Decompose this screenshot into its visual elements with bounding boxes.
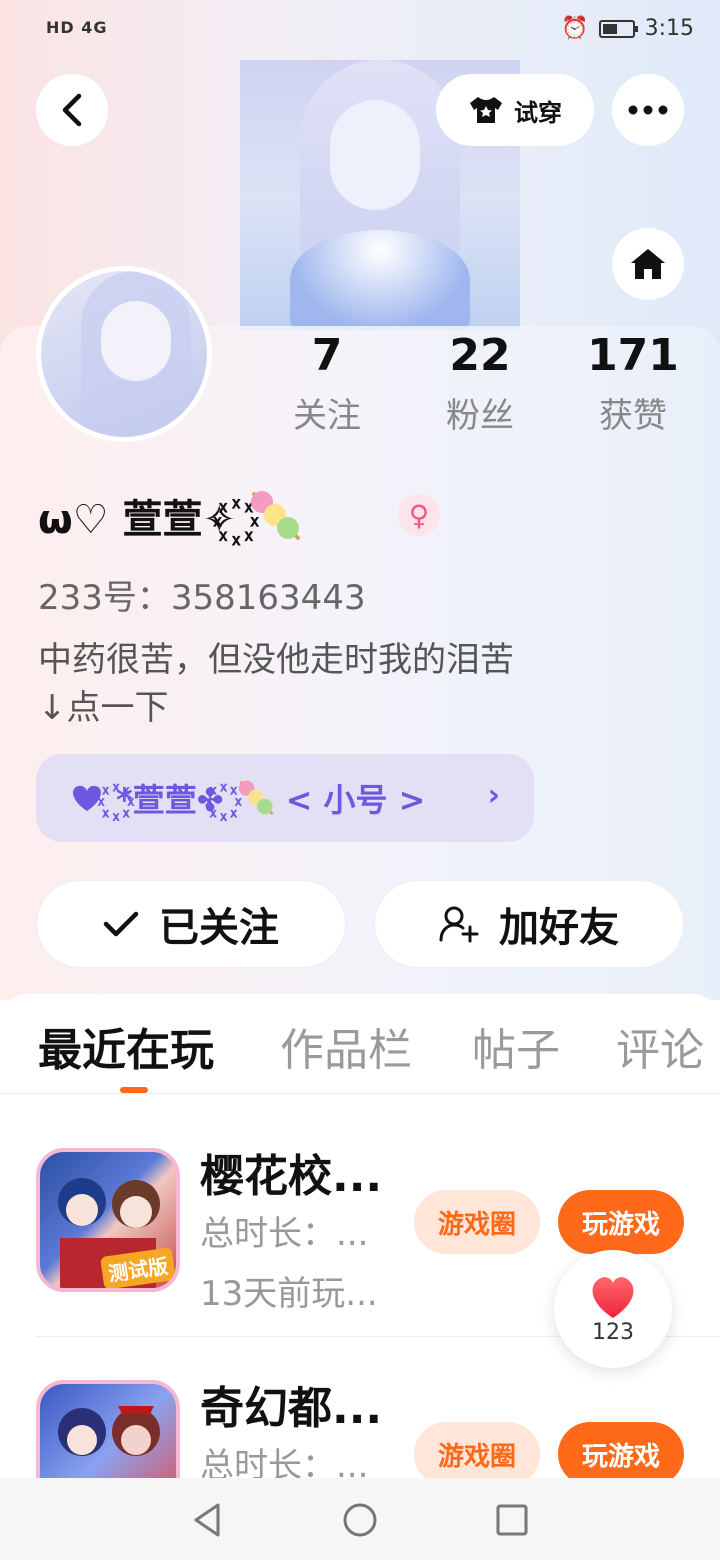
tab-recently-played[interactable]: 最近在玩 (38, 1014, 214, 1078)
tab-active-indicator (120, 1087, 148, 1093)
followed-button[interactable]: 已关注 (36, 880, 346, 968)
shirt-icon (468, 95, 504, 125)
try-on-button[interactable]: 试穿 (436, 74, 594, 146)
profile-name-text: ω♡ 萱萱✧꙰ (38, 497, 237, 543)
dango-icon (238, 780, 273, 815)
game-duration: 总时长：... (200, 1446, 369, 1478)
back-arrow-icon (62, 93, 82, 127)
followed-label: 已关注 (159, 905, 279, 951)
alt-account-name: ꙰*萱萱✤꙰ (116, 781, 224, 819)
like-count: 123 (592, 1319, 634, 1345)
stat-value: 171 (587, 330, 679, 381)
game-icon[interactable] (36, 1380, 180, 1478)
alt-account-tag: < 小号 > (285, 781, 426, 819)
stat-label: 获赞 (599, 396, 667, 436)
tab-posts[interactable]: 帖子 (472, 1014, 560, 1078)
nav-home-icon[interactable] (340, 1500, 380, 1540)
game-icon[interactable]: 测试版 (36, 1148, 180, 1292)
game-circle-button[interactable]: 游戏圈 (414, 1422, 540, 1478)
gender-female-icon: ♀ (398, 494, 440, 536)
battery-icon (598, 19, 638, 38)
stat-fans[interactable]: 22 粉丝 (405, 330, 555, 436)
add-friend-label: 加好友 (499, 905, 619, 951)
bio-line-2: ↓点一下 (38, 688, 169, 728)
tab-comments[interactable]: 评论 (616, 1014, 704, 1078)
bio-line-1: 中药很苦，但没他走时我的泪苦 (38, 640, 514, 680)
stat-likes[interactable]: 171 获赞 (558, 330, 708, 436)
game-characters-art (58, 1406, 160, 1456)
home-icon (631, 249, 665, 279)
alt-account-link[interactable]: ꙰*萱萱✤꙰ < 小号 > › (36, 754, 534, 842)
profile-name: ω♡ 萱萱✧꙰ (38, 486, 304, 546)
heart-icon (592, 1276, 634, 1318)
tab-bar: 最近在玩 作品栏 帖子 评论 (0, 994, 720, 1094)
home-button[interactable] (612, 228, 684, 300)
network-indicator: HD 4G (46, 18, 108, 37)
avatar-face (101, 301, 171, 381)
clock: 3:15 (644, 16, 694, 41)
character-face (330, 100, 420, 210)
status-bar: HD 4G ⏰ 3:15 (0, 0, 720, 60)
stat-following[interactable]: 7 关注 (252, 330, 402, 436)
character-dress (290, 230, 470, 330)
stat-value: 22 (449, 330, 511, 381)
game-duration: 总时长：... (200, 1214, 369, 1254)
more-dots-icon (628, 105, 668, 115)
nav-recents-icon[interactable] (492, 1500, 532, 1540)
try-on-label: 试穿 (514, 98, 562, 127)
bio: 中药很苦，但没他走时我的泪苦 ↓点一下 (38, 636, 678, 732)
like-button[interactable]: 123 (554, 1250, 672, 1368)
chevron-right-icon: › (487, 778, 500, 813)
checkmark-icon (103, 911, 139, 937)
more-button[interactable] (612, 74, 684, 146)
user-id: 233号：358163443 (38, 578, 366, 618)
game-title: 樱花校... (200, 1151, 383, 1202)
status-right: ⏰ 3:15 (561, 16, 694, 41)
tab-works[interactable]: 作品栏 (280, 1014, 412, 1078)
game-row[interactable]: 奇幻都... 总时长：... 游戏圈 玩游戏 (0, 1352, 720, 1478)
add-friend-icon (439, 906, 479, 943)
dango-icon (244, 488, 304, 544)
play-game-button[interactable]: 玩游戏 (558, 1190, 684, 1254)
stat-value: 7 (311, 330, 343, 381)
nav-back-icon[interactable] (188, 1500, 228, 1540)
avatar[interactable] (36, 266, 212, 442)
system-navigation-bar (0, 1478, 720, 1560)
game-last-played: 13天前玩... (200, 1274, 378, 1314)
purple-heart-icon (73, 785, 101, 811)
stat-label: 粉丝 (446, 396, 514, 436)
stat-label: 关注 (293, 396, 361, 436)
back-button[interactable] (36, 74, 108, 146)
play-game-button[interactable]: 玩游戏 (558, 1422, 684, 1478)
game-circle-button[interactable]: 游戏圈 (414, 1190, 540, 1254)
game-title: 奇幻都... (200, 1383, 383, 1434)
add-friend-button[interactable]: 加好友 (374, 880, 684, 968)
alarm-icon: ⏰ (561, 16, 589, 41)
